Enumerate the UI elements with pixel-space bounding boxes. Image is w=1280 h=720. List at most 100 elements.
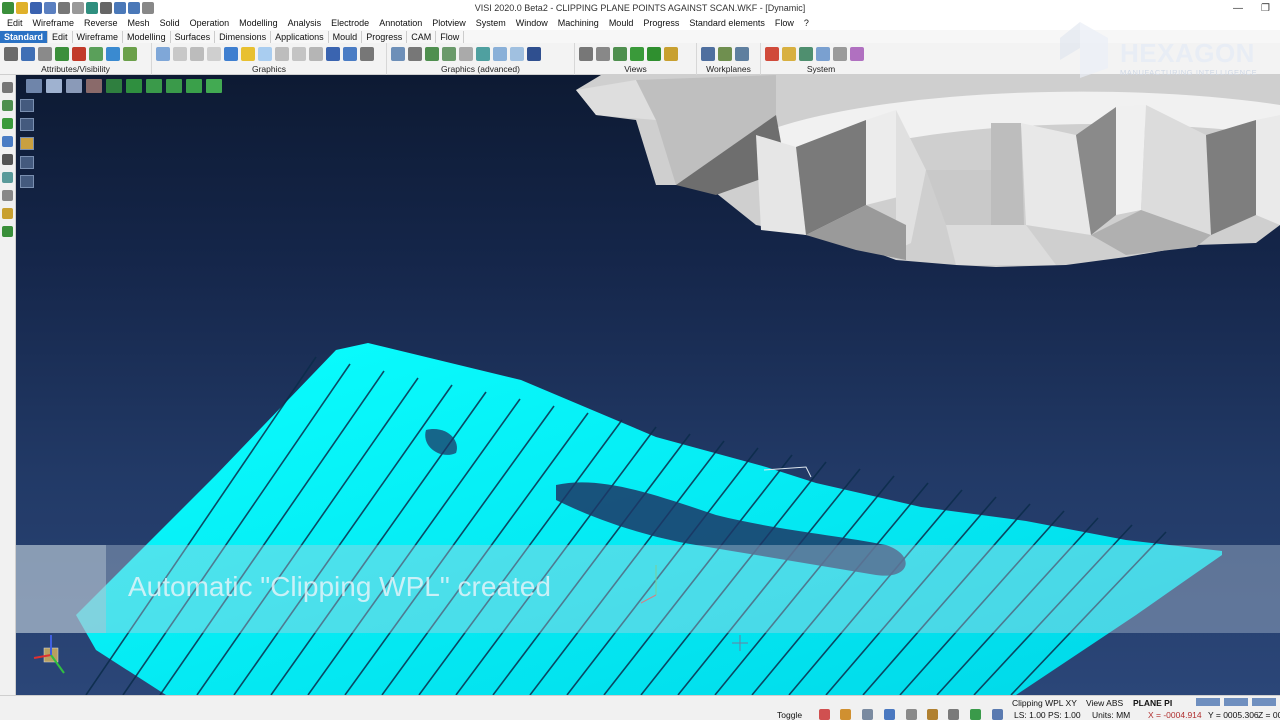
restore-icon[interactable]: ❐ <box>1261 3 1270 14</box>
attributes-icon[interactable] <box>4 47 18 61</box>
view-cube-6-icon[interactable] <box>206 79 222 93</box>
view-camera-icon[interactable] <box>664 47 678 61</box>
box-icon[interactable] <box>173 47 187 61</box>
snap-polar-icon[interactable] <box>906 709 917 720</box>
pencil-icon[interactable] <box>2 82 13 93</box>
filter-icon[interactable] <box>89 47 103 61</box>
deviation-icon[interactable] <box>442 47 456 61</box>
color-icon[interactable] <box>106 47 120 61</box>
view-front-icon[interactable] <box>46 79 62 93</box>
view-iso-icon[interactable] <box>66 79 82 93</box>
line-icon[interactable] <box>2 100 13 111</box>
menu-item-help[interactable]: ? <box>799 18 814 28</box>
menu-item-reverse[interactable]: Reverse <box>79 18 123 28</box>
menu-item-machining[interactable]: Machining <box>553 18 604 28</box>
undo-icon[interactable] <box>114 2 126 14</box>
workplane-axes-icon[interactable] <box>718 47 732 61</box>
wireframe-icon[interactable] <box>292 47 306 61</box>
customize-icon[interactable] <box>142 2 154 14</box>
menu-item-wireframe[interactable]: Wireframe <box>28 18 80 28</box>
new-file-icon[interactable] <box>2 2 14 14</box>
dynamic-icon[interactable] <box>391 47 405 61</box>
view-cycle-icon[interactable] <box>647 47 661 61</box>
tab-cam[interactable]: CAM <box>407 30 437 43</box>
window-icon[interactable] <box>816 47 830 61</box>
section-icon[interactable] <box>343 47 357 61</box>
tab-standard[interactable]: Standard <box>0 30 49 43</box>
menu-item-flow[interactable]: Flow <box>770 18 799 28</box>
panel-3-icon[interactable] <box>20 137 34 150</box>
view-fit-icon[interactable] <box>579 47 593 61</box>
menu-item-mesh[interactable]: Mesh <box>123 18 155 28</box>
tools-icon[interactable] <box>360 47 374 61</box>
view-zoom-icon[interactable] <box>613 47 627 61</box>
annotation-icon[interactable] <box>2 226 13 237</box>
menu-item-solid[interactable]: Solid <box>155 18 185 28</box>
edges-icon[interactable] <box>309 47 323 61</box>
view-pan-icon[interactable] <box>596 47 610 61</box>
view-cube-5-icon[interactable] <box>186 79 202 93</box>
layers-icon[interactable] <box>21 47 35 61</box>
snap-mid-icon[interactable] <box>862 709 873 720</box>
view-cube-1-icon[interactable] <box>106 79 122 93</box>
workplane-icon[interactable] <box>701 47 715 61</box>
visibility-icon[interactable] <box>123 47 137 61</box>
panel-4-icon[interactable] <box>20 156 34 169</box>
grid-icon[interactable] <box>833 47 847 61</box>
menu-item-standard-elements[interactable]: Standard elements <box>684 18 770 28</box>
menu-item-system[interactable]: System <box>471 18 511 28</box>
orient-icon[interactable] <box>493 47 507 61</box>
tab-mould[interactable]: Mould <box>329 30 363 43</box>
hide-icon[interactable] <box>55 47 69 61</box>
refresh-icon[interactable] <box>156 47 170 61</box>
menu-item-progress[interactable]: Progress <box>638 18 684 28</box>
tab-wireframe[interactable]: Wireframe <box>73 30 124 43</box>
snap-list-icon[interactable] <box>948 709 959 720</box>
eraser-icon[interactable] <box>850 47 864 61</box>
tab-edit[interactable]: Edit <box>48 30 73 43</box>
gear-model[interactable] <box>576 75 1280 267</box>
compare-icon[interactable] <box>408 47 422 61</box>
view-cube-4-icon[interactable] <box>166 79 182 93</box>
cylinder-icon[interactable] <box>190 47 204 61</box>
tab-applications[interactable]: Applications <box>271 30 329 43</box>
globe-icon[interactable] <box>86 2 98 14</box>
snap-grid-icon[interactable] <box>819 709 830 720</box>
panel-1-icon[interactable] <box>20 99 34 112</box>
menu-item-modelling[interactable]: Modelling <box>234 18 283 28</box>
measure-icon[interactable] <box>2 172 13 183</box>
transparent-icon[interactable] <box>258 47 272 61</box>
settings-icon[interactable] <box>100 2 112 14</box>
print-preview-icon[interactable] <box>72 2 84 14</box>
arrow-icon[interactable] <box>476 47 490 61</box>
view-rotate-icon[interactable] <box>630 47 644 61</box>
menu-item-electrode[interactable]: Electrode <box>326 18 374 28</box>
menu-item-plotview[interactable]: Plotview <box>427 18 471 28</box>
render-icon[interactable] <box>326 47 340 61</box>
3d-viewport[interactable]: Automatic "Clipping WPL" created <box>16 75 1280 695</box>
panel-2-icon[interactable] <box>20 118 34 131</box>
snap-refresh-icon[interactable] <box>970 709 981 720</box>
menu-item-analysis[interactable]: Analysis <box>283 18 327 28</box>
snap-layer-icon[interactable] <box>927 709 938 720</box>
hidden-line-icon[interactable] <box>275 47 289 61</box>
snap-point-icon[interactable] <box>840 709 851 720</box>
menu-item-window[interactable]: Window <box>511 18 553 28</box>
curve-icon[interactable] <box>2 136 13 147</box>
image-icon[interactable] <box>782 47 796 61</box>
menu-item-edit[interactable]: Edit <box>2 18 28 28</box>
box-view-icon[interactable] <box>459 47 473 61</box>
snap-grid2-icon[interactable] <box>992 709 1003 720</box>
gear-icon[interactable] <box>799 47 813 61</box>
clip-icon[interactable] <box>510 47 524 61</box>
minimize-icon[interactable]: — <box>1233 3 1243 14</box>
view-cut-icon[interactable] <box>86 79 102 93</box>
tab-progress[interactable]: Progress <box>362 30 408 43</box>
show-icon[interactable] <box>38 47 52 61</box>
save-as-icon[interactable] <box>44 2 56 14</box>
palette-icon[interactable] <box>765 47 779 61</box>
toggle-button[interactable]: Toggle <box>777 710 802 720</box>
workplane-edit-icon[interactable] <box>735 47 749 61</box>
print-icon[interactable] <box>58 2 70 14</box>
view-cube-3-icon[interactable] <box>146 79 162 93</box>
